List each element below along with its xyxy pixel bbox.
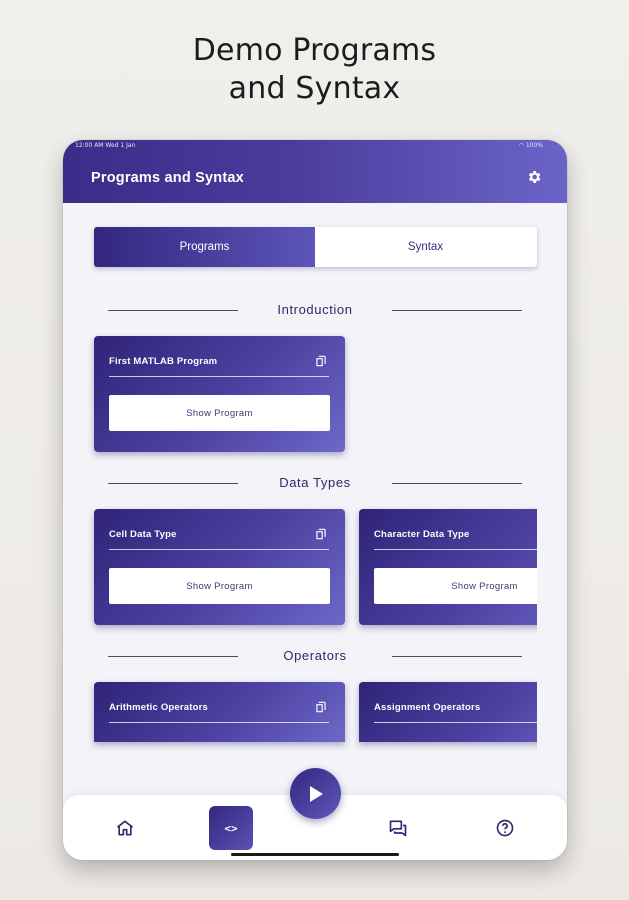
section-title: Data Types bbox=[271, 475, 359, 490]
promo-title: Demo Programs and Syntax bbox=[0, 32, 629, 108]
help-icon[interactable] bbox=[495, 818, 515, 838]
card-title: Character Data Type bbox=[374, 529, 470, 540]
program-card-assignment-operators: Assignment Operators bbox=[359, 682, 567, 742]
home-icon[interactable] bbox=[115, 818, 135, 838]
status-battery: ◠ 100% bbox=[519, 142, 543, 149]
card-divider bbox=[109, 376, 329, 377]
promo-title-line-2: and Syntax bbox=[228, 71, 401, 106]
program-card-arithmetic-operators: Arithmetic Operators bbox=[94, 682, 345, 742]
card-divider bbox=[109, 549, 329, 550]
tablet-frame: 12:00 AM Wed 1 Jan ◠ 100% Programs and S… bbox=[63, 140, 567, 860]
card-title: First MATLAB Program bbox=[109, 356, 218, 367]
copy-icon[interactable] bbox=[314, 700, 328, 714]
card-title: Cell Data Type bbox=[109, 529, 177, 540]
run-fab-button[interactable] bbox=[290, 768, 341, 819]
program-card-first-matlab: First MATLAB Program Show Program bbox=[94, 336, 345, 452]
tab-programs[interactable]: Programs bbox=[94, 227, 315, 267]
section-title: Introduction bbox=[269, 302, 361, 317]
status-time: 12:00 AM Wed 1 Jan bbox=[75, 142, 136, 149]
show-program-button[interactable]: Show Program bbox=[109, 395, 330, 431]
programs-syntax-toggle: Programs Syntax bbox=[94, 227, 537, 267]
card-title: Assignment Operators bbox=[374, 702, 481, 713]
card-divider bbox=[109, 722, 329, 723]
status-bar: 12:00 AM Wed 1 Jan ◠ 100% bbox=[63, 140, 567, 152]
page-title: Programs and Syntax bbox=[91, 170, 244, 186]
promo-title-line-1: Demo Programs bbox=[192, 33, 437, 68]
program-card-character-data-type: Character Data Type Show Program bbox=[359, 509, 567, 625]
section-header-introduction: Introduction bbox=[108, 300, 522, 320]
play-icon bbox=[310, 786, 323, 802]
section-header-data-types: Data Types bbox=[108, 473, 522, 493]
copy-icon[interactable] bbox=[314, 527, 328, 541]
tab-syntax[interactable]: Syntax bbox=[315, 227, 536, 267]
code-icon-glyph: <> bbox=[224, 821, 238, 835]
copy-icon[interactable] bbox=[314, 354, 328, 368]
chat-icon[interactable] bbox=[388, 818, 408, 838]
wifi-icon: ◠ bbox=[518, 142, 526, 149]
home-indicator[interactable] bbox=[231, 853, 399, 856]
card-title: Arithmetic Operators bbox=[109, 702, 209, 713]
program-card-cell-data-type: Cell Data Type Show Program bbox=[94, 509, 345, 625]
section-header-operators: Operators bbox=[108, 646, 522, 666]
app-bar: 12:00 AM Wed 1 Jan ◠ 100% Programs and S… bbox=[63, 140, 567, 203]
show-program-button[interactable]: Show Program bbox=[109, 568, 330, 604]
section-title: Operators bbox=[275, 648, 355, 663]
battery-level: 100% bbox=[525, 142, 543, 149]
gear-icon[interactable] bbox=[526, 169, 542, 185]
horizontal-scroll-clip bbox=[537, 500, 567, 750]
code-icon[interactable]: <> bbox=[209, 806, 253, 850]
